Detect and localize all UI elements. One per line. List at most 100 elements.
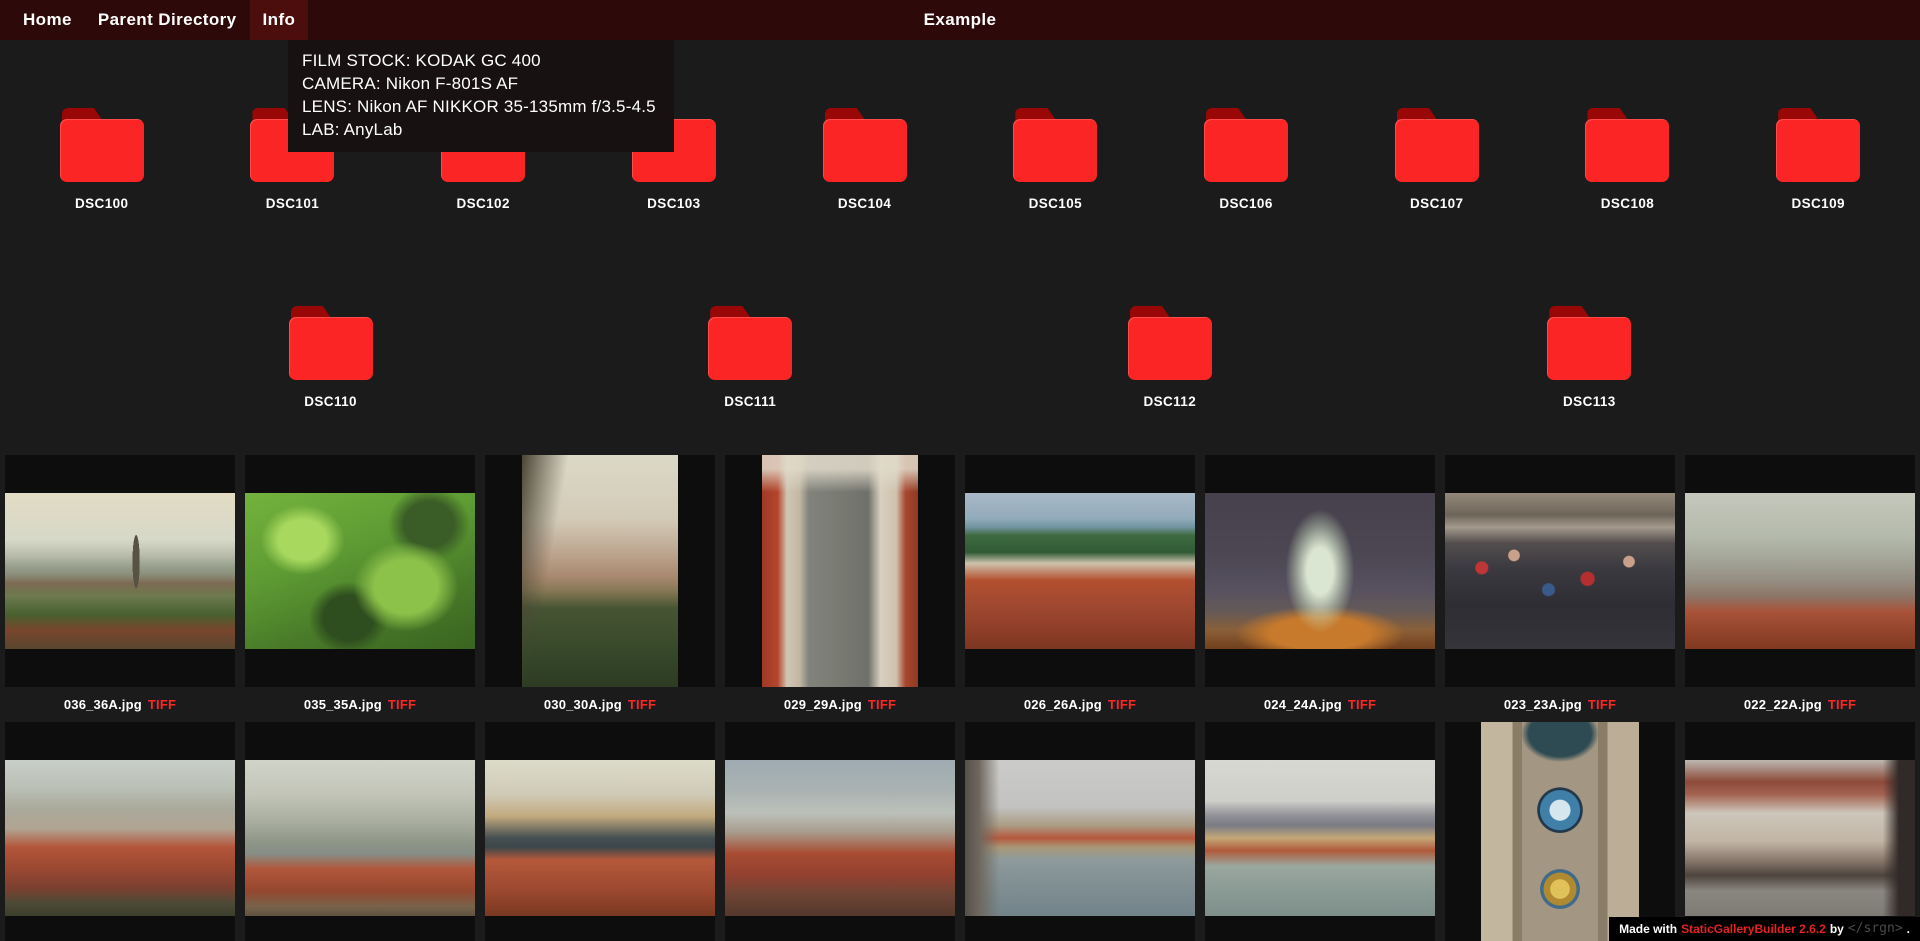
folder-label: DSC111 xyxy=(724,394,777,409)
folder-icon xyxy=(1776,108,1861,182)
photo-tile xyxy=(725,722,955,941)
photo-thumbnail[interactable] xyxy=(5,760,235,916)
photo-thumbnail[interactable] xyxy=(725,760,955,916)
folder-label: DSC101 xyxy=(265,196,320,211)
photo-card[interactable]: 022_22A.jpg TIFF xyxy=(1685,455,1915,722)
photo-thumbnail[interactable] xyxy=(5,493,235,649)
photo-thumbnail[interactable] xyxy=(965,493,1195,649)
footer-dot: . xyxy=(1906,921,1910,936)
photo-label: 029_29A.jpg TIFF xyxy=(725,687,955,722)
photo-card[interactable] xyxy=(725,722,955,941)
photo-thumbnail[interactable] xyxy=(965,760,1195,916)
photo-card[interactable] xyxy=(965,722,1195,941)
photo-filename: 024_24A.jpg xyxy=(1263,697,1342,712)
photo-filename: 022_22A.jpg xyxy=(1743,697,1822,712)
photo-thumbnail[interactable] xyxy=(1685,493,1915,649)
photo-thumbnail[interactable] xyxy=(762,455,918,687)
folder-icon xyxy=(1013,108,1098,182)
folder-item-dsc104[interactable]: DSC104 xyxy=(776,92,954,238)
photo-label: 026_26A.jpg TIFF xyxy=(965,687,1195,722)
photo-tile xyxy=(245,722,475,941)
footer-made-with: Made with xyxy=(1619,921,1678,936)
photo-filename: 036_36A.jpg xyxy=(63,697,142,712)
photo-thumbnail[interactable] xyxy=(522,455,678,687)
nav-item-info[interactable]: Info xyxy=(249,0,309,40)
folder-item-dsc111[interactable]: DSC111 xyxy=(661,290,839,436)
photo-filename: 030_30A.jpg xyxy=(543,697,622,712)
format-badge: TIFF xyxy=(1587,697,1617,712)
photo-card[interactable] xyxy=(1205,722,1435,941)
photo-filename: 026_26A.jpg xyxy=(1023,697,1102,712)
nav-item-home[interactable]: Home xyxy=(10,0,85,40)
photo-card[interactable] xyxy=(245,722,475,941)
photo-tile xyxy=(485,455,715,687)
photo-label: 022_22A.jpg TIFF xyxy=(1685,687,1915,722)
photo-card[interactable]: 023_23A.jpg TIFF xyxy=(1445,455,1675,722)
info-line-film-stock: FILM STOCK: KODAK GC 400 xyxy=(302,51,541,70)
folder-item-dsc100[interactable]: DSC100 xyxy=(13,92,191,238)
folder-label: DSC108 xyxy=(1600,196,1655,211)
photo-tile xyxy=(1685,722,1915,941)
thumbnail-grid: 036_36A.jpg TIFF 035_35A.jpg TIFF 030_30A.… xyxy=(5,455,1915,941)
info-line-lens: LENS: Nikon AF NIKKOR 35-135mm f/3.5-4.5 xyxy=(302,97,656,116)
folder-label: DSC103 xyxy=(647,196,701,211)
photo-tile xyxy=(1205,722,1435,941)
photo-label: 030_30A.jpg TIFF xyxy=(485,687,715,722)
photo-card[interactable]: 035_35A.jpg TIFF xyxy=(245,455,475,722)
folder-icon xyxy=(1394,108,1479,182)
folder-label: DSC110 xyxy=(304,394,357,409)
photo-tile xyxy=(1445,722,1675,941)
folder-label: DSC112 xyxy=(1143,394,1197,409)
footer-credit: Made with StaticGalleryBuilder 2.6.2 by … xyxy=(1609,917,1920,941)
folder-label: DSC100 xyxy=(75,196,129,211)
photo-card[interactable] xyxy=(485,722,715,941)
info-panel: FILM STOCK: KODAK GC 400 CAMERA: Nikon F… xyxy=(288,40,674,152)
folder-item-dsc112[interactable]: DSC112 xyxy=(1081,290,1259,436)
folder-item-dsc109[interactable]: DSC109 xyxy=(1729,92,1907,238)
folder-item-dsc110[interactable]: DSC110 xyxy=(242,290,420,436)
folder-item-dsc108[interactable]: DSC108 xyxy=(1538,92,1716,238)
photo-card[interactable]: 026_26A.jpg TIFF xyxy=(965,455,1195,722)
folder-item-dsc113[interactable]: DSC113 xyxy=(1500,290,1678,436)
photo-thumbnail[interactable] xyxy=(245,760,475,916)
format-badge: TIFF xyxy=(627,697,657,712)
photo-label: 035_35A.jpg TIFF xyxy=(245,687,475,722)
folder-label: DSC113 xyxy=(1563,394,1616,409)
folder-icon xyxy=(822,108,907,182)
folder-icon xyxy=(1585,108,1670,182)
folder-icon xyxy=(1127,306,1212,380)
folder-icon xyxy=(1204,108,1289,182)
folder-icon xyxy=(288,306,373,380)
photo-thumbnail[interactable] xyxy=(1445,493,1675,649)
photo-tile xyxy=(725,455,955,687)
folder-label: DSC105 xyxy=(1028,196,1083,211)
folder-label: DSC107 xyxy=(1410,196,1464,211)
photo-tile xyxy=(5,455,235,687)
photo-card[interactable]: 024_24A.jpg TIFF xyxy=(1205,455,1435,722)
photo-thumbnail[interactable] xyxy=(1685,760,1915,916)
photo-thumbnail[interactable] xyxy=(1205,760,1435,916)
photo-card[interactable] xyxy=(1445,722,1675,941)
photo-card[interactable]: 029_29A.jpg TIFF xyxy=(725,455,955,722)
photo-thumbnail[interactable] xyxy=(1205,493,1435,649)
folder-label: DSC102 xyxy=(456,196,510,211)
nav-item-parent-directory[interactable]: Parent Directory xyxy=(85,0,250,40)
format-badge: TIFF xyxy=(387,697,417,712)
top-nav: Home Parent Directory Info Example xyxy=(0,0,1920,40)
photo-card[interactable]: 030_30A.jpg TIFF xyxy=(485,455,715,722)
info-line-camera: CAMERA: Nikon F-801S AF xyxy=(302,74,519,93)
folder-item-dsc107[interactable]: DSC107 xyxy=(1348,92,1526,238)
srgn-logo[interactable]: </srgn> xyxy=(1848,921,1903,936)
format-badge: TIFF xyxy=(1107,697,1137,712)
photo-thumbnail[interactable] xyxy=(485,760,715,916)
folder-item-dsc106[interactable]: DSC106 xyxy=(1157,92,1335,238)
format-badge: TIFF xyxy=(1827,697,1857,712)
photo-card[interactable] xyxy=(1685,722,1915,941)
photo-tile xyxy=(965,722,1195,941)
folder-item-dsc105[interactable]: DSC105 xyxy=(966,92,1144,238)
photo-thumbnail[interactable] xyxy=(245,493,475,649)
photo-card[interactable] xyxy=(5,722,235,941)
gallery-builder-link[interactable]: StaticGalleryBuilder 2.6.2 xyxy=(1681,922,1826,936)
photo-thumbnail[interactable] xyxy=(1481,722,1639,941)
photo-card[interactable]: 036_36A.jpg TIFF xyxy=(5,455,235,722)
